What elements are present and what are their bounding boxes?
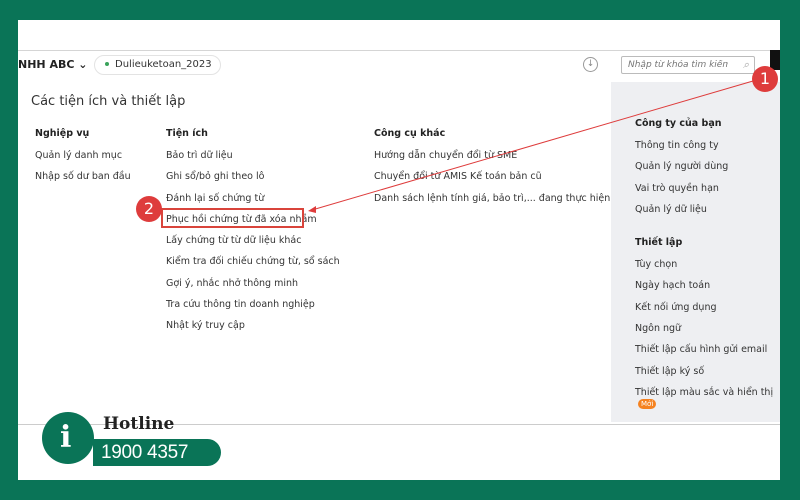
app-screen: NHH ABC ⌄ Dulieuketoan_2023 ↓ ⌕ Các tiện… [18,20,780,480]
annotation-arrow [308,80,754,213]
step-2-marker: 2 [136,196,162,222]
hotline-number: 1900 4357 [93,439,221,466]
hotline-label: Hotline [103,414,175,434]
step-1-marker: 1 [752,66,778,92]
